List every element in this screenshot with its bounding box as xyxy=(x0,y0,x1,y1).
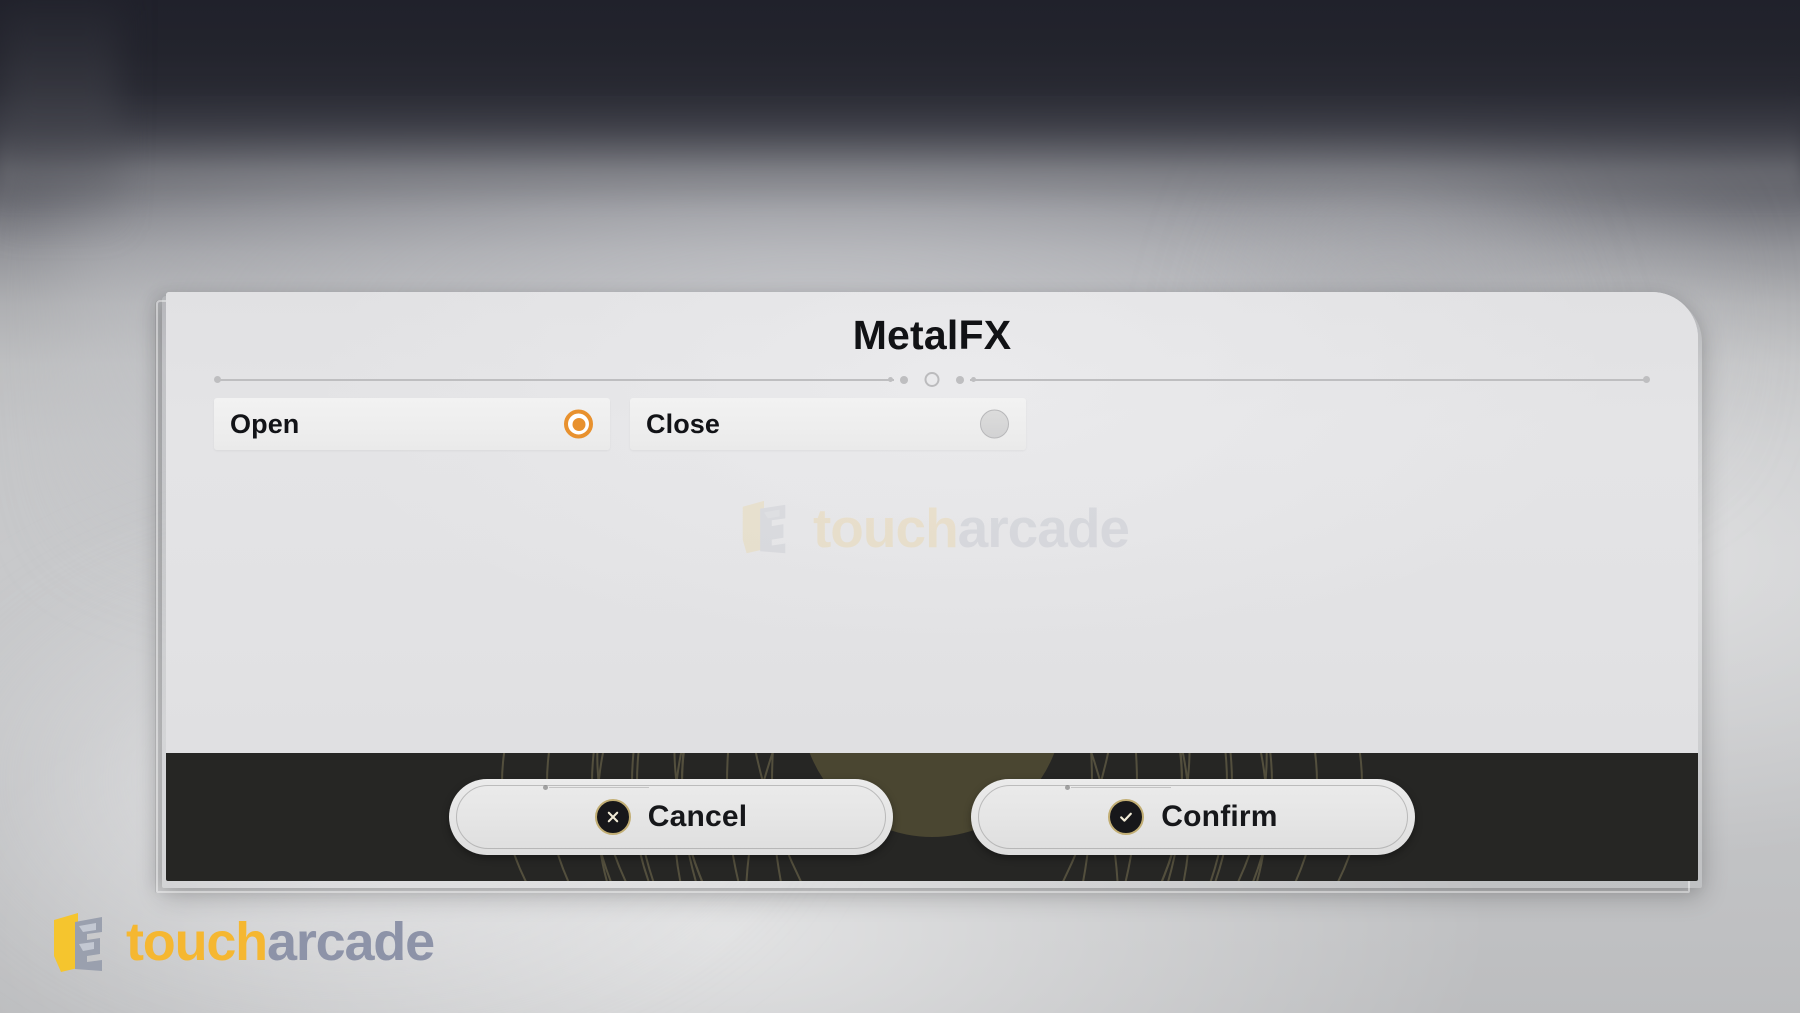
check-circle-icon xyxy=(1108,799,1145,835)
cancel-button-label: Cancel xyxy=(647,800,748,833)
watermark-touch-text: touch xyxy=(812,497,959,559)
button-rail-tick xyxy=(1065,784,1070,790)
background-top-fade xyxy=(0,88,1800,208)
toucharcade-logo: toucharcade xyxy=(48,908,435,976)
watermark-text: toucharcade xyxy=(812,496,1130,560)
metalfx-dialog: MetalFX toucharcade Open Close Cancel Co… xyxy=(156,292,1698,893)
radio-selected-icon[interactable] xyxy=(564,409,593,439)
toucharcade-watermark: toucharcade xyxy=(735,496,1130,560)
toucharcade-cube-icon xyxy=(735,497,797,559)
option-close[interactable]: Close xyxy=(630,398,1026,450)
confirm-button[interactable]: Confirm xyxy=(971,779,1415,855)
options-row: Open Close xyxy=(214,398,1026,450)
dialog-body: MetalFX toucharcade Open Close xyxy=(166,292,1698,753)
toucharcade-wordmark: toucharcade xyxy=(126,912,435,972)
button-rail-line xyxy=(549,786,649,788)
option-open[interactable]: Open xyxy=(214,398,610,450)
option-open-label: Open xyxy=(230,408,300,439)
radio-unselected-icon[interactable] xyxy=(980,409,1009,439)
dialog-panel: MetalFX toucharcade Open Close Cancel Co… xyxy=(166,292,1698,881)
button-rail-line xyxy=(1071,786,1171,788)
watermark-arcade-text: arcade xyxy=(957,497,1130,559)
button-rail-tick xyxy=(543,784,548,790)
screen: MetalFX toucharcade Open Close Cancel Co… xyxy=(0,0,1800,1013)
dialog-title: MetalFX xyxy=(852,312,1012,358)
cross-circle-icon xyxy=(594,799,631,835)
ornamental-divider-icon xyxy=(210,372,1654,388)
background-left-shade xyxy=(0,0,120,230)
footer-buttons: Cancel Confirm xyxy=(166,753,1698,881)
dialog-footer: Cancel Confirm xyxy=(166,753,1698,881)
confirm-button-label: Confirm xyxy=(1161,800,1278,833)
toucharcade-cube-icon xyxy=(48,908,112,976)
cancel-button[interactable]: Cancel xyxy=(449,779,893,855)
brand-touch-text: touch xyxy=(126,912,268,972)
background-top-dark-band xyxy=(0,0,1800,96)
brand-arcade-text: arcade xyxy=(266,912,435,972)
option-close-label: Close xyxy=(646,408,721,439)
